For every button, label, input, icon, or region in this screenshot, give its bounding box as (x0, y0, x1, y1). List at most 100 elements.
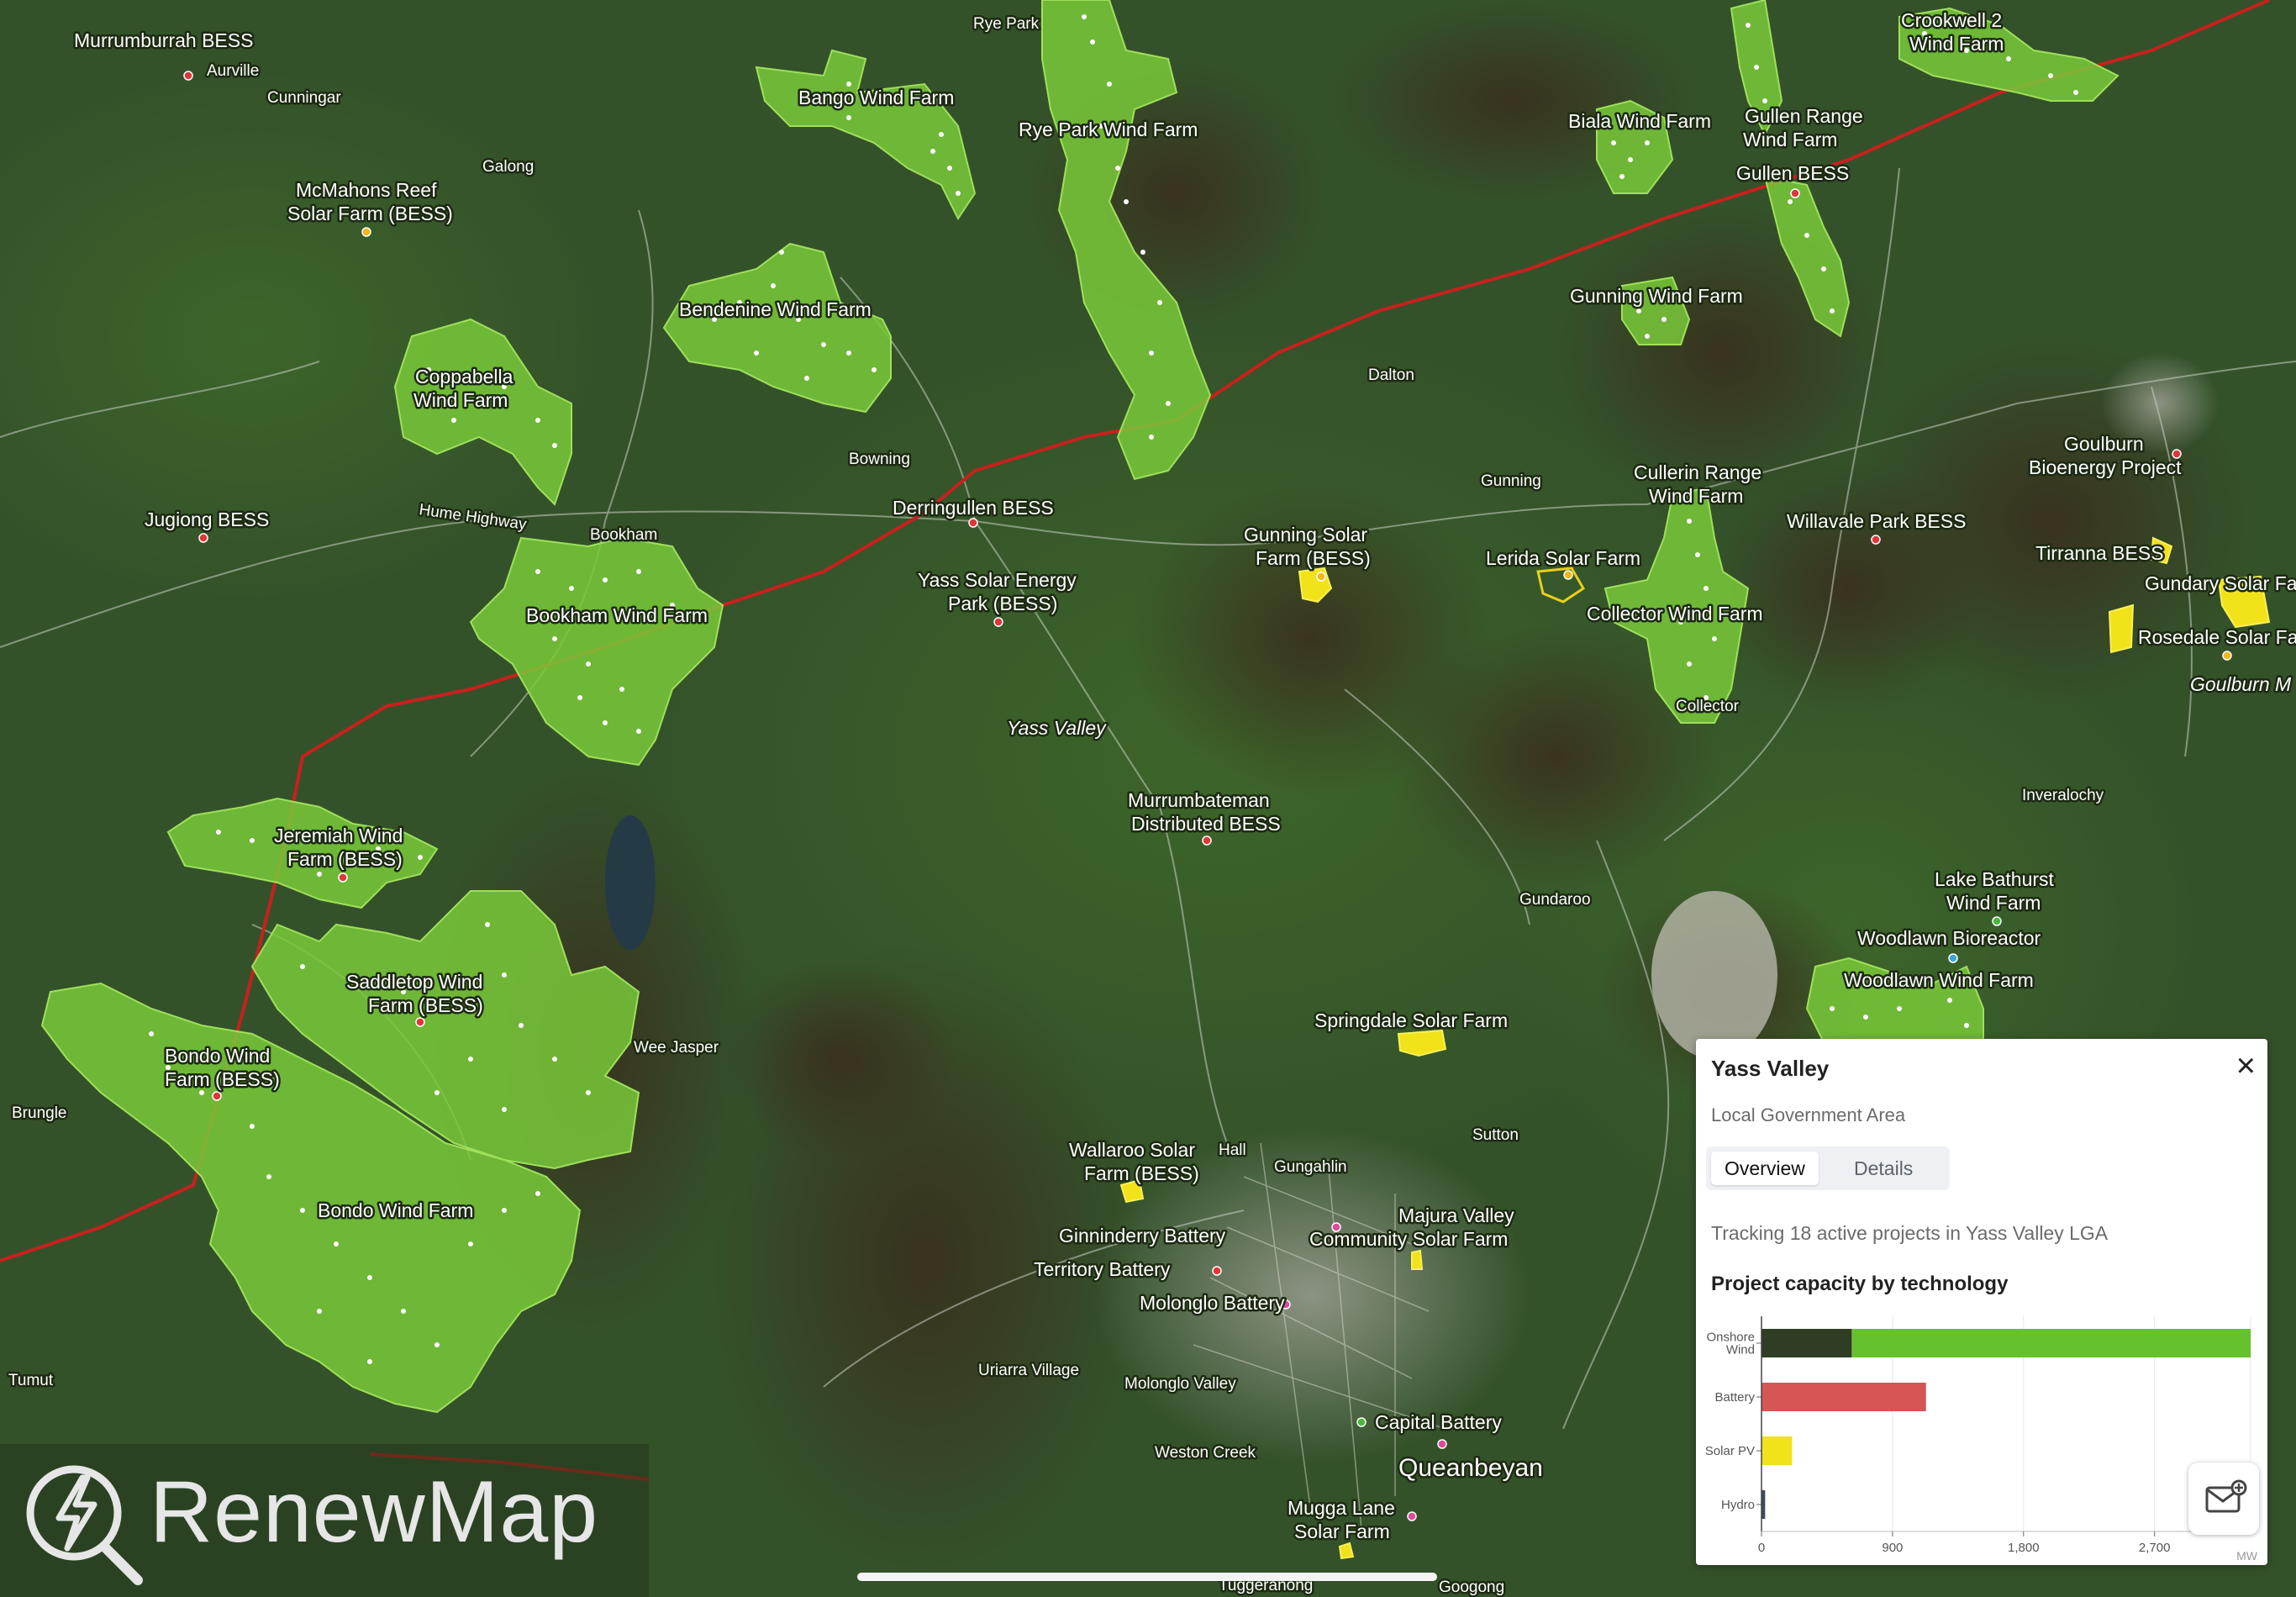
chart-bar (1761, 1329, 1852, 1357)
map-label: Bookham Wind Farm (526, 604, 708, 626)
murrumbateman-bess-point (1202, 835, 1212, 846)
map-label: Solar Farm (1294, 1521, 1390, 1542)
chart-xtick-label: 900 (1882, 1541, 1903, 1555)
map-label: Gunning Wind Farm (1570, 285, 1743, 307)
chart-heading: Project capacity by technology (1711, 1273, 2009, 1295)
map-label: Googong (1439, 1579, 1504, 1596)
map-label: Molonglo Valley (1124, 1375, 1236, 1393)
chart-xtick-label: 0 (1758, 1541, 1765, 1555)
map-label: Wee Jasper (634, 1039, 719, 1057)
map-label: Bendenine Wind Farm (679, 298, 872, 320)
map-label: Gundaroo (1519, 891, 1591, 909)
map-label: Derringullen BESS (893, 497, 1054, 519)
map-label: Gunning Solar (1244, 524, 1367, 546)
map-label: Molonglo Battery (1140, 1292, 1285, 1314)
map-label: Wind Farm (1743, 129, 1837, 150)
info-panel: Yass Valley × Local Government Area Over… (1696, 1039, 2267, 1565)
chart-ytick-label: Solar PV (1705, 1444, 1755, 1458)
map-label: Bondo Wind (165, 1045, 270, 1067)
gundary-point (2222, 651, 2232, 661)
gullen-bess-point (1790, 188, 1800, 198)
feedback-button[interactable] (2188, 1463, 2259, 1535)
majura-solar-farm-area (1411, 1249, 1424, 1270)
map-label: Wind Farm (1649, 485, 1743, 507)
gunning-solar-point (1316, 572, 1326, 582)
map-label: Farm (BESS) (287, 848, 403, 870)
map-label: Tirranna BESS (2035, 542, 2164, 564)
map-label: Lerida Solar Farm (1486, 547, 1640, 569)
map-label: Uriarra Village (978, 1362, 1079, 1379)
jugiong-bess-point (198, 533, 208, 543)
map-label: Woodlawn Bioreactor (1857, 927, 2041, 949)
map-label: Rye Park Wind Farm (1019, 119, 1198, 140)
rosedale-solar-farm-area (2108, 603, 2135, 654)
map-label: Dalton (1368, 366, 1414, 384)
mugga-lane-solar-farm-area (1338, 1542, 1355, 1560)
map-label: Distributed BESS (1131, 813, 1281, 835)
map-label: Jugiong BESS (145, 509, 269, 530)
logo-wordmark: RenewMap (150, 1463, 599, 1561)
map-label: Brungle (12, 1104, 67, 1122)
jeremiah-bess-point (338, 872, 348, 883)
map-label: Springdale Solar Farm (1314, 1009, 1508, 1031)
mcmahons-reef-point (361, 227, 371, 237)
map-label: Farm (BESS) (368, 994, 483, 1016)
map-label: Inveralochy (2022, 787, 2104, 804)
map-label: Gullen Range (1745, 105, 1863, 127)
chart-bar (1761, 1436, 1793, 1465)
map-label: Queanbeyan (1398, 1454, 1543, 1482)
yass-solar-energy-point (993, 617, 1003, 627)
map-label: Crookwell 2 (1901, 9, 2002, 31)
map-label: Collector Wind Farm (1587, 603, 1763, 625)
map-label: Farm (BESS) (1084, 1162, 1199, 1184)
map-label: Collector (1676, 698, 1740, 715)
home-indicator (857, 1573, 1437, 1581)
panel-description: Tracking 18 active projects in Yass Vall… (1711, 1222, 2109, 1244)
map-label: Bowning (849, 451, 910, 468)
map-label: Wind Farm (413, 389, 508, 411)
map-label: Bango Wind Farm (798, 87, 954, 108)
map-label: Majura Valley (1398, 1204, 1514, 1226)
tab-details[interactable]: Details (1840, 1152, 1926, 1185)
map-label: Ginninderry Battery (1059, 1225, 1226, 1247)
map-label: Weston Creek (1155, 1444, 1256, 1462)
woodlawn-bioreactor-point (1948, 953, 1958, 963)
map-label: Woodlawn Wind Farm (1844, 969, 2034, 991)
panel-tabs: Overview Details (1706, 1146, 1950, 1190)
map-label: Murrumbateman (1128, 789, 1270, 811)
map-label: Territory Battery (1034, 1258, 1171, 1280)
map-label: McMahons Reef (296, 179, 437, 201)
close-icon[interactable]: × (2236, 1049, 2256, 1083)
map-label: Yass Valley (1007, 717, 1107, 739)
map-label: Bioenergy Project (2029, 456, 2182, 478)
murrumburrah-bess-point (183, 71, 193, 81)
map-label: Sutton (1472, 1126, 1519, 1144)
map-label: Farm (BESS) (165, 1068, 280, 1090)
map-label: Wind Farm (1946, 892, 2041, 914)
map-label: Gungahlin (1274, 1158, 1347, 1176)
map-label: Rosedale Solar Fa (2138, 626, 2296, 648)
mugga-lane-point (1407, 1511, 1417, 1521)
map-label: Gunning (1481, 472, 1541, 490)
map-label: Coppabella (415, 366, 513, 387)
tab-overview[interactable]: Overview (1711, 1152, 1819, 1185)
willavale-park-bess-point (1871, 535, 1881, 545)
chart-xunit-label: MW (2236, 1549, 2258, 1563)
derringullen-bess-point (968, 518, 978, 528)
capacity-chart: OnshoreWindBatterySolar PVHydro0 900 1,800… (1705, 1316, 2258, 1563)
lerida-point (1563, 570, 1573, 580)
map-label: Bondo Wind Farm (318, 1199, 473, 1221)
chart-ytick-label: Battery (1714, 1390, 1755, 1405)
map-label: Gullen BESS (1736, 162, 1849, 184)
map-label: Jeremiah Wind (274, 825, 403, 846)
map-label: Mugga Lane (1288, 1497, 1395, 1519)
map-label: Saddletop Wind (346, 971, 482, 993)
chart-ytick-label: Hydro (1721, 1498, 1755, 1512)
map-label: Cullerin Range (1634, 461, 1761, 483)
lake-bathurst-point (1992, 916, 2002, 926)
panel-subtitle: Local Government Area (1711, 1104, 1906, 1125)
chart-ytick-label: Wind (1726, 1343, 1755, 1357)
capital-battery-point (1356, 1417, 1367, 1427)
chart-xtick-label: 1,800 (2008, 1541, 2040, 1555)
map-label: Solar Farm (BESS) (287, 203, 453, 224)
